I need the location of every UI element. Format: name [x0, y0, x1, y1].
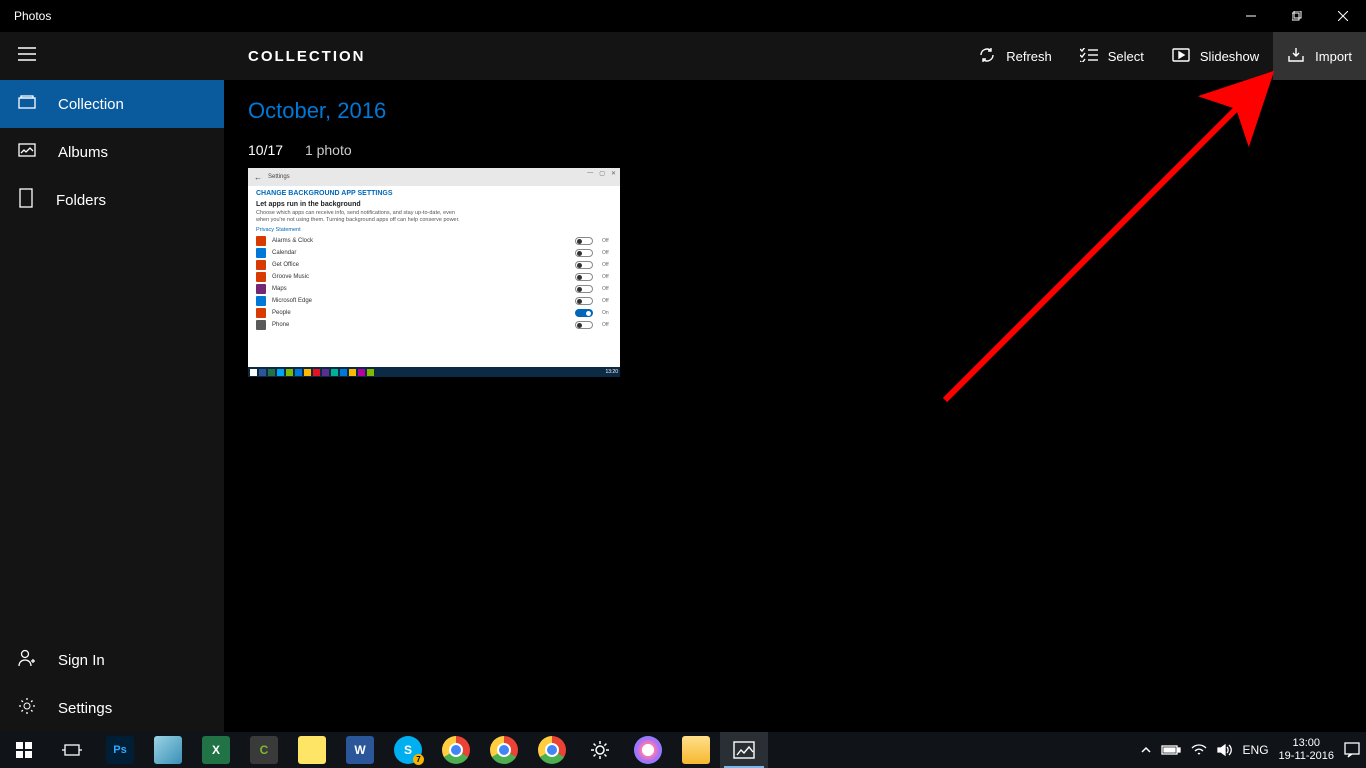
skype-badge: 7 [413, 754, 424, 765]
select-button[interactable]: Select [1066, 32, 1158, 80]
refresh-button[interactable]: Refresh [964, 32, 1066, 80]
folders-icon [18, 188, 34, 212]
sidebar: Collection Albums Folders Sign In Settin… [0, 80, 224, 732]
taskbar-app-chrome3[interactable] [528, 732, 576, 768]
taskbar-app-explorer[interactable] [672, 732, 720, 768]
slideshow-label: Slideshow [1200, 49, 1259, 64]
chrome-icon [490, 736, 518, 764]
signin-icon [18, 649, 36, 671]
chrome-icon [442, 736, 470, 764]
thumb-breadcrumb: Settings [268, 174, 290, 180]
taskview-icon [62, 743, 82, 757]
albums-icon [18, 143, 36, 161]
sidebar-item-label: Sign In [58, 652, 105, 669]
day-subheading: 10/17 1 photo [248, 142, 1342, 158]
slideshow-icon [1172, 48, 1190, 65]
notepad-icon [154, 736, 182, 764]
close-button[interactable] [1320, 0, 1366, 32]
taskbar: Ps X C W S7 ♪ ENG 13:00 19-11-2016 [0, 732, 1366, 768]
photo-thumbnail[interactable]: ← Settings —▢✕ CHANGE BACKGROUND APP SET… [248, 168, 620, 377]
content-area: October, 2016 10/17 1 photo ← Settings —… [224, 80, 1366, 732]
window-controls [1228, 0, 1366, 32]
import-button[interactable]: Import [1273, 32, 1366, 80]
taskbar-app-itunes[interactable]: ♪ [624, 732, 672, 768]
slideshow-button[interactable]: Slideshow [1158, 32, 1273, 80]
tray-chevron-icon[interactable] [1141, 746, 1151, 754]
battery-icon[interactable] [1161, 744, 1181, 756]
taskbar-app-word[interactable]: W [336, 732, 384, 768]
start-button[interactable] [0, 732, 48, 768]
thumb-desc: Choose which apps can receive info, send… [248, 208, 471, 225]
taskbar-app-chrome1[interactable] [432, 732, 480, 768]
taskbar-app-camtasia[interactable]: C [240, 732, 288, 768]
stickynotes-icon [298, 736, 326, 764]
taskbar-app-chrome2[interactable] [480, 732, 528, 768]
sidebar-item-folders[interactable]: Folders [0, 176, 224, 224]
sidebar-item-label: Albums [58, 144, 108, 161]
gear-icon [589, 739, 611, 761]
settings-icon [18, 697, 36, 719]
taskview-button[interactable] [48, 732, 96, 768]
system-tray: ENG 13:00 19-11-2016 [1141, 737, 1366, 762]
taskbar-app-skype[interactable]: S7 [384, 732, 432, 768]
thumb-subheading: Let apps run in the background [248, 201, 620, 208]
clock[interactable]: 13:00 19-11-2016 [1279, 737, 1334, 762]
import-icon [1287, 47, 1305, 66]
thumb-heading: CHANGE BACKGROUND APP SETTINGS [248, 186, 620, 201]
taskbar-app-photoshop[interactable]: Ps [96, 732, 144, 768]
chrome-icon [538, 736, 566, 764]
sidebar-item-signin[interactable]: Sign In [0, 636, 224, 684]
taskbar-app-photos[interactable] [720, 732, 768, 768]
window-title: Photos [0, 9, 51, 23]
taskbar-app-settings[interactable] [576, 732, 624, 768]
import-label: Import [1315, 49, 1352, 64]
taskbar-app-stickynotes[interactable] [288, 732, 336, 768]
taskbar-app-notepad[interactable] [144, 732, 192, 768]
hamburger-button[interactable] [0, 32, 224, 80]
collection-icon [18, 95, 36, 113]
minimize-button[interactable] [1228, 0, 1274, 32]
refresh-icon [978, 46, 996, 67]
folder-icon [682, 736, 710, 764]
taskbar-app-excel[interactable]: X [192, 732, 240, 768]
clock-date: 19-11-2016 [1279, 750, 1334, 763]
select-label: Select [1108, 49, 1144, 64]
day-date: 10/17 [248, 142, 283, 158]
toolbar-actions: Refresh Select Slideshow Import [964, 32, 1366, 80]
titlebar: Photos [0, 0, 1366, 32]
camtasia-icon: C [250, 736, 278, 764]
page-title: COLLECTION [248, 48, 366, 65]
day-count: 1 photo [305, 142, 352, 158]
word-icon: W [346, 736, 374, 764]
thumb-privacy: Privacy Statement [248, 225, 620, 235]
wifi-icon[interactable] [1191, 744, 1207, 756]
select-icon [1080, 48, 1098, 65]
clock-time: 13:00 [1279, 737, 1334, 750]
refresh-label: Refresh [1006, 49, 1052, 64]
sidebar-item-label: Settings [58, 700, 112, 717]
maximize-button[interactable] [1274, 0, 1320, 32]
photoshop-icon: Ps [106, 736, 134, 764]
volume-icon[interactable] [1217, 743, 1233, 757]
excel-icon: X [202, 736, 230, 764]
windows-icon [16, 742, 32, 758]
sidebar-item-albums[interactable]: Albums [0, 128, 224, 176]
sidebar-item-label: Folders [56, 192, 106, 209]
action-center-icon[interactable] [1344, 742, 1360, 758]
hamburger-icon [18, 47, 36, 66]
month-heading[interactable]: October, 2016 [248, 98, 1342, 124]
sidebar-item-settings[interactable]: Settings [0, 684, 224, 732]
toolbar: COLLECTION Refresh Select Slideshow Impo… [0, 32, 1366, 80]
language-indicator[interactable]: ENG [1243, 743, 1269, 757]
sidebar-item-collection[interactable]: Collection [0, 80, 224, 128]
itunes-icon: ♪ [634, 736, 662, 764]
photos-icon [733, 741, 755, 759]
sidebar-item-label: Collection [58, 96, 124, 113]
